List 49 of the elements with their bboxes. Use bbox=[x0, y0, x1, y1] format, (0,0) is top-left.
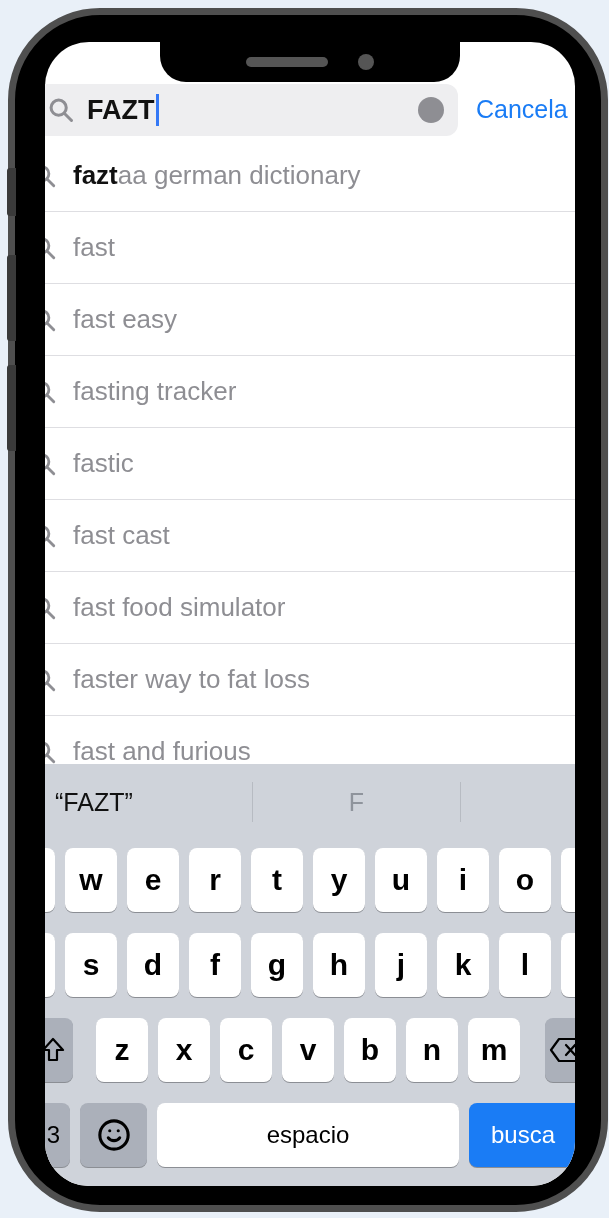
keyboard-key[interactable]: r bbox=[189, 848, 241, 912]
cancel-button[interactable]: Cancela bbox=[476, 95, 568, 136]
keyboard-key[interactable]: s bbox=[65, 933, 117, 997]
backspace-icon bbox=[549, 1037, 575, 1063]
suggestion-text: fasting tracker bbox=[73, 376, 237, 407]
keyboard-key[interactable]: k bbox=[437, 933, 489, 997]
space-key[interactable]: espacio bbox=[157, 1103, 459, 1167]
keyboard-key[interactable]: f bbox=[189, 933, 241, 997]
keyboard-key[interactable]: g bbox=[251, 933, 303, 997]
keyboard-key[interactable]: o bbox=[499, 848, 551, 912]
keyboard-key[interactable]: n bbox=[406, 1018, 458, 1082]
keyboard-key[interactable]: j bbox=[375, 933, 427, 997]
suggestion-text: faztaa german dictionary bbox=[73, 160, 361, 191]
keyboard-key[interactable]: z bbox=[96, 1018, 148, 1082]
suggestion-text: fast and furious bbox=[73, 736, 251, 764]
search-field[interactable]: FAZT bbox=[45, 84, 458, 136]
search-text: FAZT bbox=[87, 95, 155, 125]
search-icon bbox=[47, 96, 75, 124]
keyboard-key[interactable]: i bbox=[437, 848, 489, 912]
keyboard-key[interactable]: v bbox=[282, 1018, 334, 1082]
suggestion-text: fastic bbox=[73, 448, 134, 479]
emoji-key[interactable] bbox=[80, 1103, 147, 1167]
suggestion-text: faster way to fat loss bbox=[73, 664, 310, 695]
keyboard-key[interactable]: d bbox=[127, 933, 179, 997]
shift-arrow-icon bbox=[45, 1037, 65, 1063]
keyboard-key[interactable]: x bbox=[158, 1018, 210, 1082]
suggestion-text: fast bbox=[73, 232, 115, 263]
camera-icon bbox=[358, 54, 374, 70]
suggestion-text: fast cast bbox=[73, 520, 170, 551]
keyboard-key[interactable]: w bbox=[65, 848, 117, 912]
word-prediction[interactable]: “FAZT” bbox=[45, 787, 252, 817]
keyboard-key[interactable]: m bbox=[468, 1018, 520, 1082]
suggestion-text: fast food simulator bbox=[73, 592, 286, 623]
smiley-icon bbox=[96, 1118, 131, 1152]
keyboard-key[interactable]: b bbox=[344, 1018, 396, 1082]
keyboard-key[interactable]: y bbox=[313, 848, 365, 912]
keyboard-key[interactable]: l bbox=[499, 933, 551, 997]
clear-button[interactable] bbox=[418, 97, 444, 123]
keyboard-key[interactable]: t bbox=[251, 848, 303, 912]
numbers-key[interactable]: 3 bbox=[45, 1103, 70, 1167]
keyboard-key[interactable]: h bbox=[313, 933, 365, 997]
suggestion-text: fast easy bbox=[73, 304, 178, 335]
keyboard-key[interactable]: e bbox=[127, 848, 179, 912]
keyboard-key[interactable]: c bbox=[220, 1018, 272, 1082]
search-key[interactable]: busca bbox=[469, 1103, 575, 1167]
suggestion-row[interactable]: faztaa german dictionary bbox=[45, 140, 575, 212]
keyboard-key[interactable]: u bbox=[375, 848, 427, 912]
speaker-icon bbox=[246, 57, 328, 67]
text-caret bbox=[155, 94, 159, 126]
